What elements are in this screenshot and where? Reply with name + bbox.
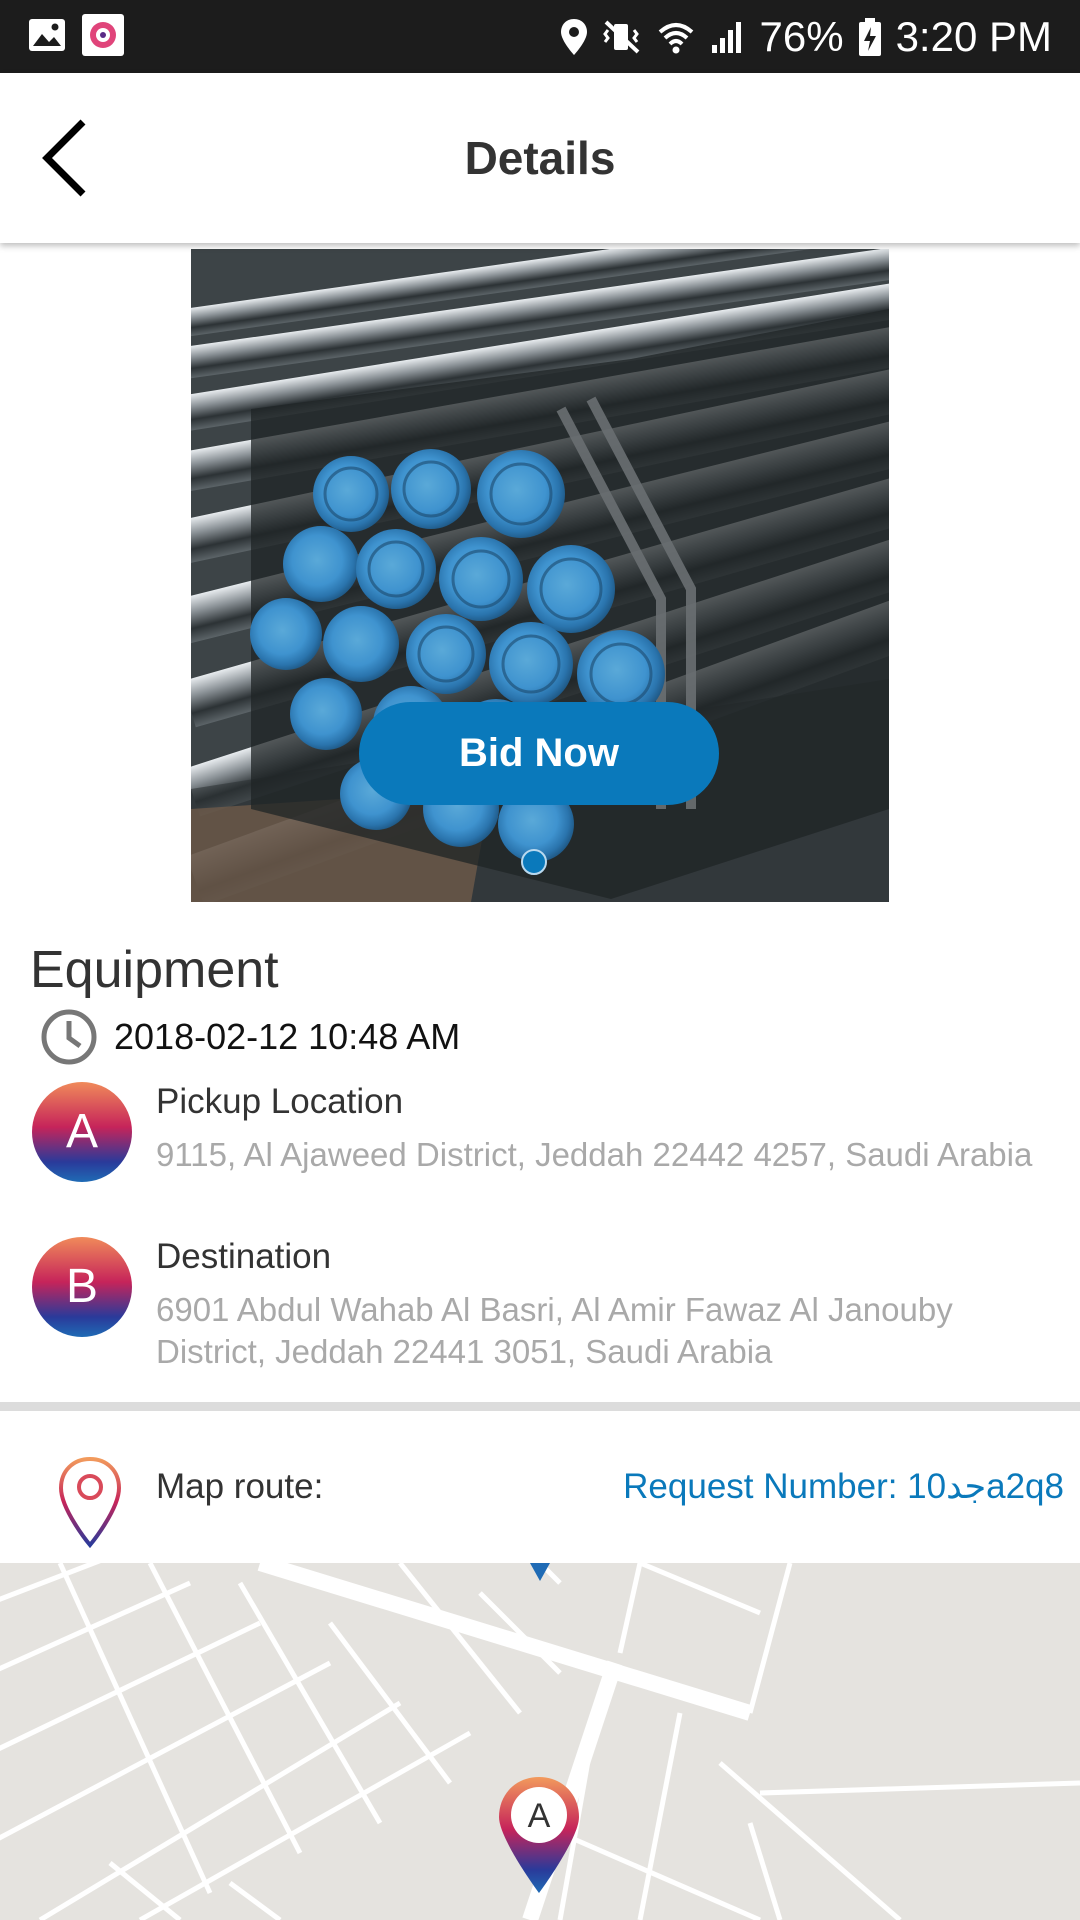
pickup-label: Pickup Location [156,1082,404,1121]
location-icon [560,18,588,56]
app-header: Details [0,73,1080,243]
request-number[interactable]: Request Number: 10جدa2q8 [623,1467,1064,1507]
destination-address: 6901 Abdul Wahab Al Basri, Al Amir Fawaz… [156,1291,953,1370]
app-notification-icon [82,13,124,60]
pickup-badge-icon: A [32,1082,132,1182]
status-left-icons [28,13,124,60]
map-pin-icon [58,1456,122,1549]
clock-time: 3:20 PM [895,12,1052,60]
status-bar: 76% 3:20 PM [0,0,1080,73]
map-marker-a-icon: A [499,1777,579,1893]
gallery-notification-icon [28,18,66,56]
status-right-icons: 76% 3:20 PM [560,13,1052,61]
map-marker-label: A [528,1797,551,1835]
pickup-address: 9115, Al Ajaweed District, Jeddah 22442 … [156,1136,1033,1173]
date-row: 2018-02-12 10:48 AM [40,1008,460,1066]
bid-now-button[interactable]: Bid Now [359,702,719,805]
destination-badge-icon: B [32,1237,132,1337]
battery-percent: 76% [759,12,844,60]
signal-icon [710,19,746,55]
battery-icon [858,17,882,57]
carousel-indicator-dot[interactable] [521,849,547,875]
section-divider [0,1402,1080,1411]
map-route-label: Map route: [156,1467,324,1506]
map-route-row: Map route: Request Number: 10جدa2q8 [0,1411,1080,1563]
destination-label: Destination [156,1237,332,1276]
clock-icon [41,1009,97,1065]
route-map[interactable]: A [0,1563,1080,1920]
request-datetime: 2018-02-12 10:48 AM [114,1016,461,1057]
wifi-icon [656,18,696,56]
vibrate-mute-icon [602,18,642,56]
pickup-location-row: A Pickup Location 9115, Al Ajaweed Distr… [32,1082,1062,1222]
item-title: Equipment [30,941,279,999]
page-title: Details [464,132,616,184]
destination-row: B Destination 6901 Abdul Wahab Al Basri,… [32,1237,1062,1377]
